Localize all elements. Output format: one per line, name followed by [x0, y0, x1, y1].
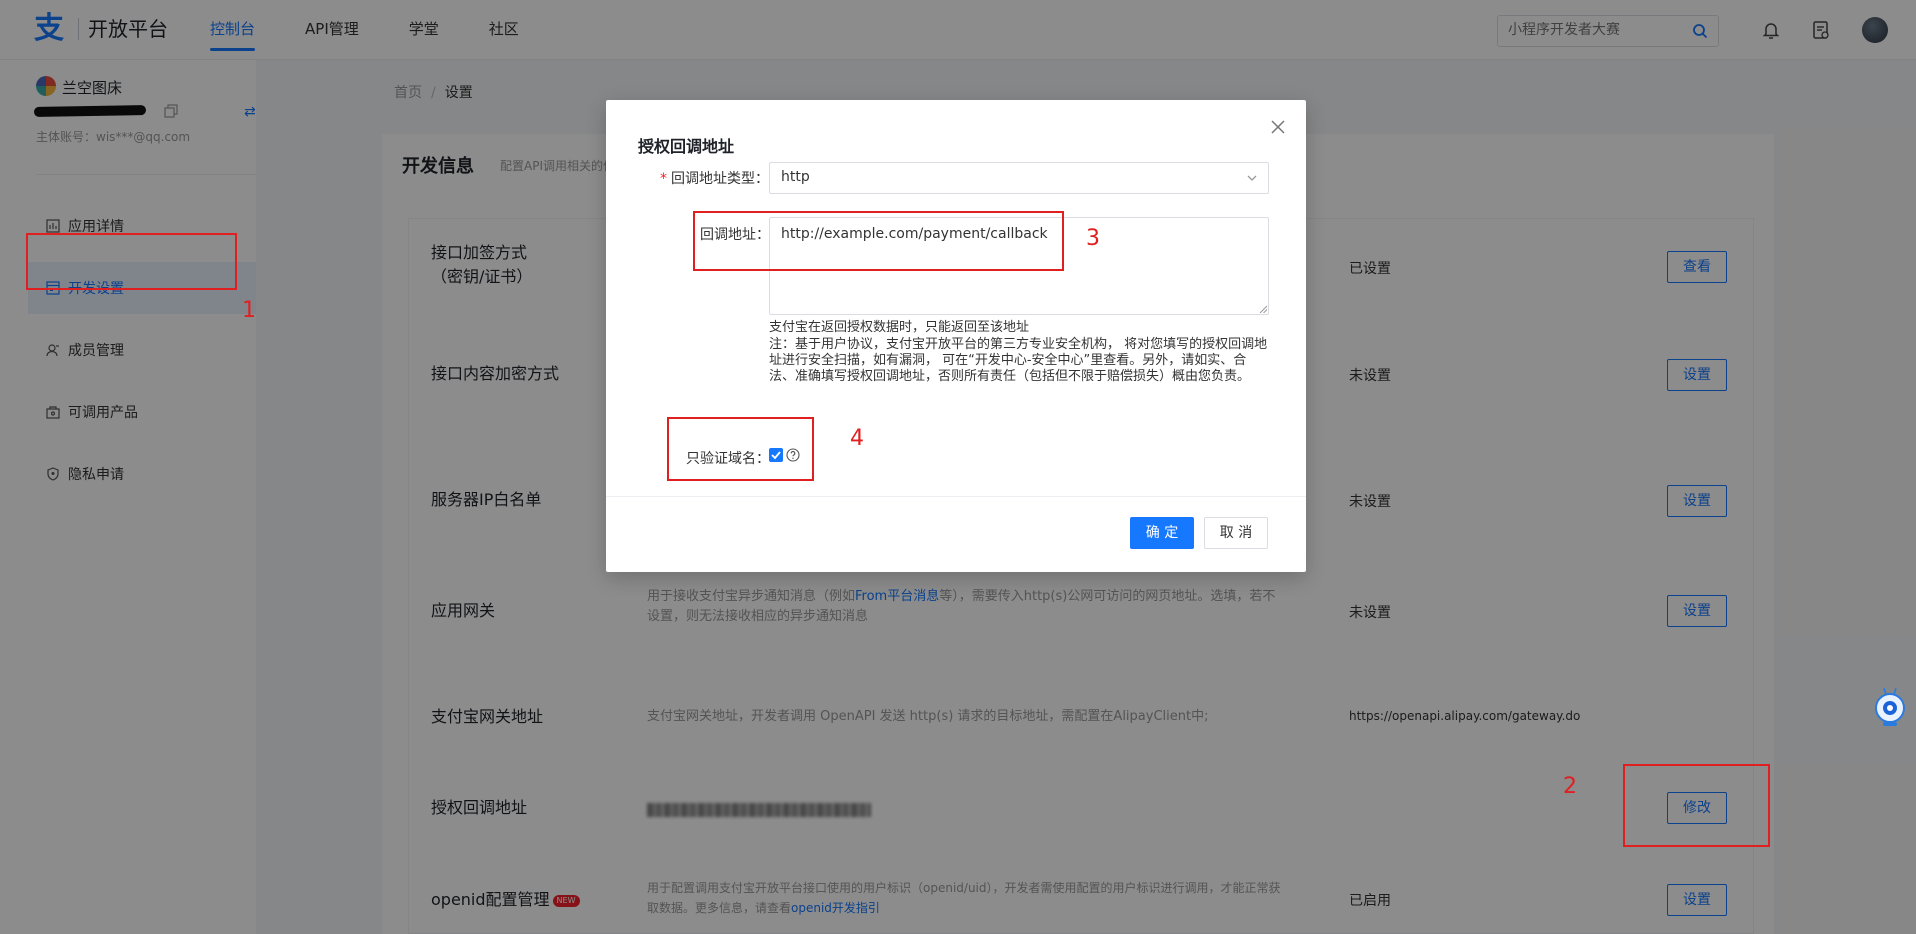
close-icon[interactable] — [1270, 119, 1286, 135]
auth-callback-dialog: 授权回调地址 * 回调地址类型： http 回调地址： http://exampl… — [606, 100, 1306, 572]
callback-type-label: * 回调地址类型： — [660, 168, 769, 188]
annotation-box-2 — [1623, 764, 1770, 847]
callback-type-value: http — [781, 169, 810, 185]
required-mark: * — [660, 171, 667, 187]
callback-hint: 支付宝在返回授权数据时，只能返回至该地址 — [769, 320, 1030, 335]
annotation-box-3 — [693, 211, 1064, 271]
confirm-button[interactable]: 确 定 — [1130, 517, 1194, 549]
annotation-number-2: 2 — [1563, 774, 1577, 799]
annotation-box-1 — [26, 233, 237, 290]
robot-assistant-icon[interactable] — [1873, 686, 1907, 728]
annotation-number-1: 1 — [242, 298, 256, 323]
annotation-number-4: 4 — [850, 426, 864, 451]
dialog-divider — [606, 496, 1306, 497]
dialog-title: 授权回调地址 — [638, 137, 735, 156]
security-notice: 注：基于用户协议，支付宝开放平台的第三方专业安全机构， 将对您填写的授权回调地址… — [769, 337, 1268, 384]
callback-type-select[interactable]: http — [769, 162, 1269, 194]
annotation-box-4 — [667, 417, 814, 481]
chevron-down-icon — [1247, 175, 1257, 181]
resize-grip-icon[interactable] — [1259, 305, 1267, 313]
annotation-number-3: 3 — [1086, 226, 1100, 251]
cancel-button[interactable]: 取 消 — [1204, 517, 1268, 549]
callback-type-label-text: 回调地址类型： — [671, 171, 769, 187]
